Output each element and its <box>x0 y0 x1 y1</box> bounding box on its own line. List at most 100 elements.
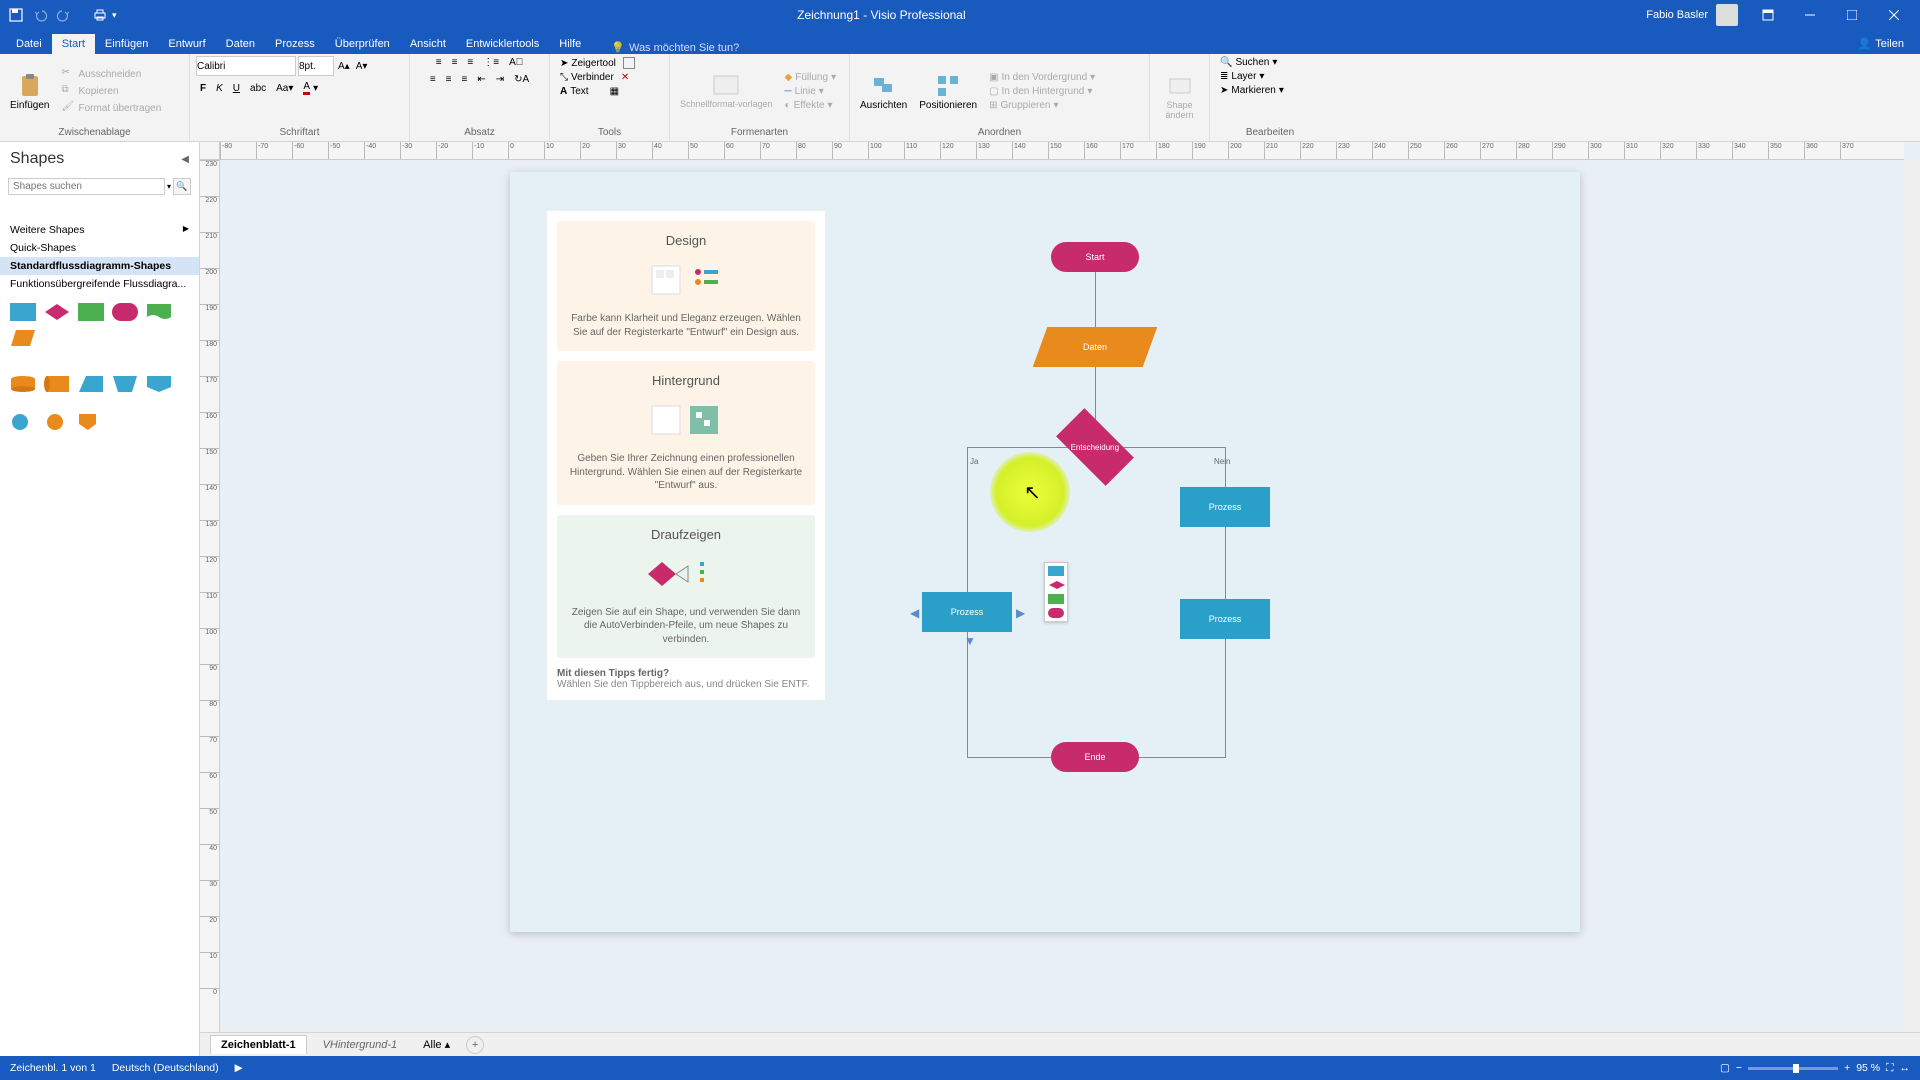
align-bottom-button[interactable]: ≡ <box>463 56 477 69</box>
undo-icon[interactable] <box>30 5 50 25</box>
bring-front-button[interactable]: ▣In den Vordergrund ▾ <box>985 71 1099 84</box>
standard-flowchart-item[interactable]: Standardflussdiagramm-Shapes <box>0 257 199 275</box>
shape-extdata[interactable] <box>44 375 70 393</box>
tab-datei[interactable]: Datei <box>6 34 52 54</box>
connector[interactable] <box>967 632 968 757</box>
sheet-tab-1[interactable]: Zeichenblatt-1 <box>210 1035 307 1054</box>
connector[interactable] <box>967 757 1057 758</box>
shape-custom1[interactable] <box>78 375 104 393</box>
canvas[interactable]: -80-70-60-50-40-30-20-100102030405060708… <box>200 142 1920 1056</box>
shrink-font-button[interactable]: A▾ <box>354 56 370 76</box>
scrollbar-vertical[interactable] <box>1904 160 1920 1040</box>
connector-tool-button[interactable]: ⤡Verbinder✕ <box>556 71 663 84</box>
node-process-left[interactable]: Prozess <box>922 592 1012 632</box>
shape-custom4[interactable] <box>78 413 104 431</box>
tab-prozess[interactable]: Prozess <box>265 34 325 54</box>
quick-shapes-item[interactable]: Quick-Shapes <box>0 239 199 257</box>
align-center-button[interactable]: ≡ <box>442 73 456 86</box>
change-shape-button[interactable]: Shape ändern <box>1156 71 1203 123</box>
save-icon[interactable] <box>6 5 26 25</box>
grow-font-button[interactable]: A▴ <box>336 56 352 76</box>
find-button[interactable]: 🔍Suchen ▾ <box>1216 56 1324 69</box>
connector[interactable] <box>1138 757 1226 758</box>
shapes-search-button[interactable]: 🔍 <box>173 178 191 195</box>
ribbon-display-icon[interactable] <box>1748 0 1788 30</box>
autoconnect-down-icon[interactable]: ▼ <box>964 634 976 648</box>
connector[interactable] <box>1095 272 1096 327</box>
tab-ueberpruefen[interactable]: Überprüfen <box>325 34 400 54</box>
group-button[interactable]: ⊞Gruppieren ▾ <box>985 99 1099 112</box>
fill-button[interactable]: ◆Füllung ▾ <box>781 71 841 84</box>
tab-entwurf[interactable]: Entwurf <box>158 34 215 54</box>
tab-entwicklertools[interactable]: Entwicklertools <box>456 34 549 54</box>
quick-styles-button[interactable]: Schnellformat-vorlagen <box>676 70 777 112</box>
ap-process[interactable] <box>1048 566 1064 576</box>
text-tool-button[interactable]: AText▦ <box>556 85 663 98</box>
shape-custom3[interactable] <box>146 375 172 393</box>
node-decision[interactable]: Entscheidung <box>1056 408 1134 486</box>
connector[interactable] <box>1225 527 1226 599</box>
connector[interactable] <box>1095 367 1096 422</box>
zoom-level[interactable]: 95 % <box>1856 1062 1880 1074</box>
indent-inc-button[interactable]: ⇥ <box>492 73 508 86</box>
tab-hilfe[interactable]: Hilfe <box>549 34 591 54</box>
node-process-right2[interactable]: Prozess <box>1180 599 1270 639</box>
shape-startend[interactable] <box>112 303 138 321</box>
clear-format-button[interactable]: A⃠ <box>505 56 527 69</box>
align-middle-button[interactable]: ≡ <box>448 56 462 69</box>
connector[interactable] <box>967 447 1072 448</box>
ap-subprocess[interactable] <box>1048 594 1064 604</box>
position-button[interactable]: Positionieren <box>915 70 981 113</box>
autoconnect-right-icon[interactable]: ▶ <box>1016 606 1025 620</box>
label-no[interactable]: Nein <box>1214 457 1230 466</box>
layer-button[interactable]: ≣Layer ▾ <box>1216 70 1324 83</box>
copy-button[interactable]: ⧉Kopieren <box>57 83 165 99</box>
status-language[interactable]: Deutsch (Deutschland) <box>112 1062 219 1074</box>
shape-decision[interactable] <box>44 303 70 321</box>
node-start[interactable]: Start <box>1051 242 1139 272</box>
select-button[interactable]: ➤Markieren ▾ <box>1216 84 1324 97</box>
send-back-button[interactable]: ▢In den Hintergrund ▾ <box>985 85 1099 98</box>
shape-process[interactable] <box>10 303 36 321</box>
print-icon[interactable] <box>90 5 110 25</box>
sheet-tab-all[interactable]: Alle ▴ <box>413 1035 460 1054</box>
align-top-button[interactable]: ≡ <box>432 56 446 69</box>
case-button[interactable]: Aa▾ <box>272 80 297 96</box>
shape-data[interactable] <box>10 329 36 347</box>
shape-document[interactable] <box>146 303 172 321</box>
paste-button[interactable]: Einfügen <box>6 70 53 113</box>
format-painter-button[interactable]: 🖌Format übertragen <box>57 100 165 116</box>
italic-button[interactable]: K <box>212 80 227 96</box>
font-color-button[interactable]: A▾ <box>299 80 322 96</box>
zoom-slider[interactable] <box>1748 1067 1838 1070</box>
zoom-in-button[interactable]: + <box>1844 1062 1850 1074</box>
zoom-out-button[interactable]: − <box>1736 1062 1742 1074</box>
page-width-icon[interactable]: ↔ <box>1900 1062 1911 1074</box>
indent-dec-button[interactable]: ⇤ <box>473 73 489 86</box>
tab-ansicht[interactable]: Ansicht <box>400 34 456 54</box>
cut-button[interactable]: ✂Ausschneiden <box>57 66 165 82</box>
close-icon[interactable] <box>1874 0 1914 30</box>
align-right-button[interactable]: ≡ <box>458 73 472 86</box>
connector[interactable] <box>1225 639 1226 757</box>
tab-daten[interactable]: Daten <box>216 34 265 54</box>
align-button[interactable]: Ausrichten <box>856 70 911 113</box>
shape-subprocess[interactable] <box>78 303 104 321</box>
label-yes[interactable]: Ja <box>970 457 978 466</box>
rotate-text-button[interactable]: ↻A <box>510 73 533 86</box>
line-button[interactable]: ─Linie ▾ <box>781 85 841 98</box>
tell-me[interactable]: 💡 Was möchten Sie tun? <box>611 41 739 54</box>
pointer-tool-button[interactable]: ➤Zeigertool <box>556 56 663 70</box>
drawing-page[interactable]: Design Farbe kann Klarheit und Eleganz e… <box>510 172 1580 932</box>
macro-icon[interactable]: ▶ <box>235 1062 243 1074</box>
shape-database[interactable] <box>10 375 36 393</box>
redo-icon[interactable] <box>54 5 74 25</box>
underline-button[interactable]: U <box>229 80 244 96</box>
align-left-button[interactable]: ≡ <box>426 73 440 86</box>
sheet-tab-bg[interactable]: VHintergrund-1 <box>313 1036 408 1054</box>
shape-custom2[interactable] <box>112 375 138 393</box>
status-page[interactable]: Zeichenbl. 1 von 1 <box>10 1062 96 1074</box>
font-size-select[interactable] <box>298 56 334 76</box>
shape-offpage[interactable] <box>44 413 70 431</box>
tab-start[interactable]: Start <box>52 34 95 54</box>
